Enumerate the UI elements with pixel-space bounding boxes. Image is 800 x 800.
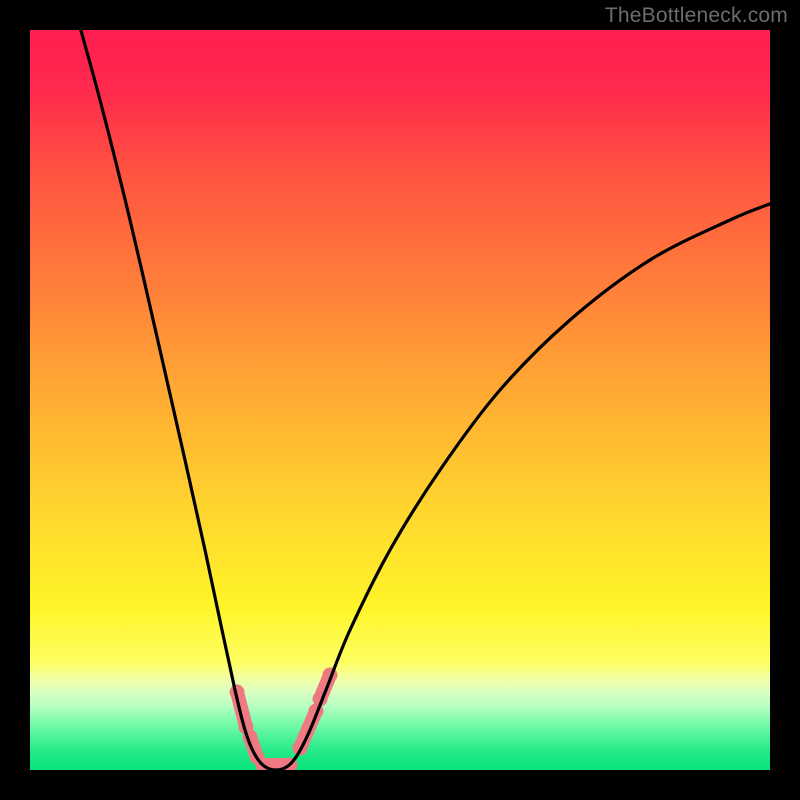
chart-stage: TheBottleneck.com <box>0 0 800 800</box>
bottleneck-curve <box>78 30 770 770</box>
highlight-segments <box>237 675 330 765</box>
curve-layer <box>30 30 770 770</box>
plot-area <box>30 30 770 770</box>
watermark-text: TheBottleneck.com <box>605 4 788 28</box>
